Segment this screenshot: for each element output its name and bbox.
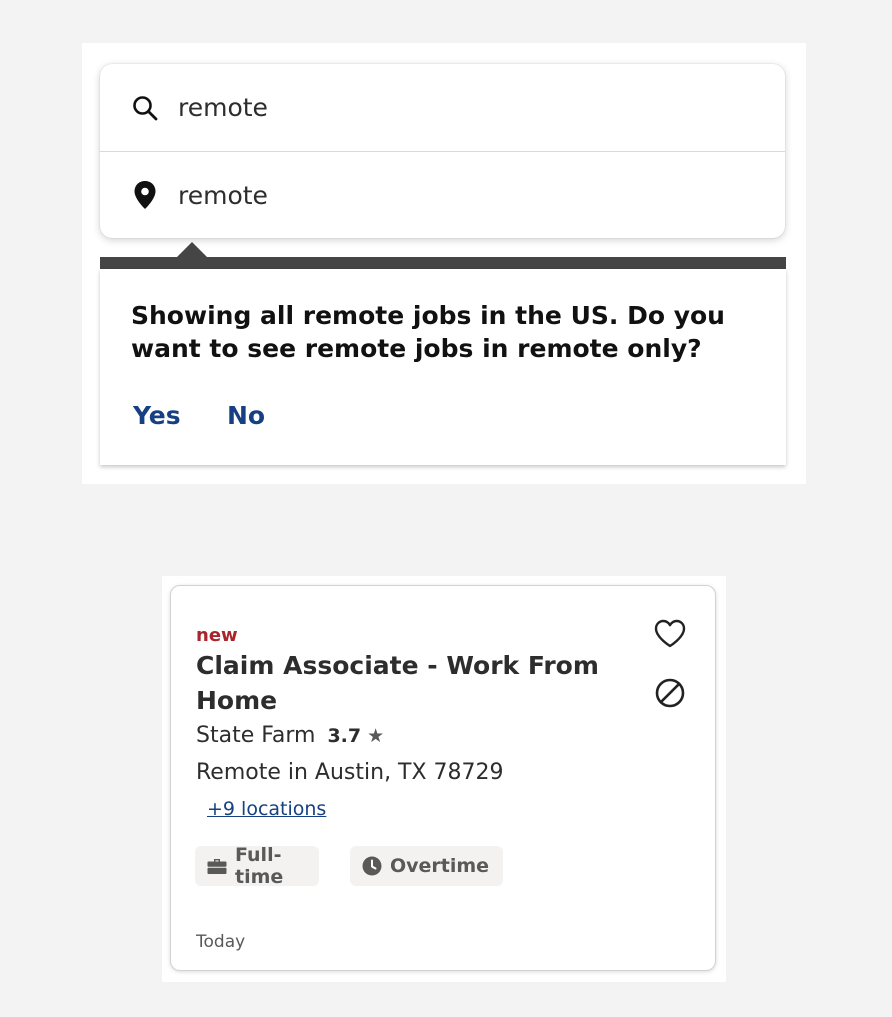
no-button[interactable]: No: [227, 401, 265, 430]
clock-icon: [362, 856, 382, 876]
star-icon: ★: [367, 724, 385, 747]
what-search-field[interactable]: remote: [100, 64, 785, 152]
company-name[interactable]: State Farm: [196, 723, 315, 748]
where-search-value[interactable]: remote: [178, 181, 268, 210]
tooltip-arrow: [176, 242, 208, 258]
shift-label: Overtime: [390, 855, 490, 877]
job-card[interactable]: new Claim Associate - Work From Home Sta…: [170, 585, 716, 971]
briefcase-icon: [207, 857, 227, 875]
tooltip-message: Showing all remote jobs in the US. Do yo…: [131, 301, 725, 363]
yes-button[interactable]: Yes: [133, 401, 181, 430]
heart-icon[interactable]: [653, 617, 687, 651]
posted-date: Today: [196, 932, 246, 952]
tooltip-top-bar: [100, 257, 786, 269]
search-box: remote remote: [100, 64, 785, 238]
job-type-tag: Full-time: [195, 844, 319, 888]
search-panel: remote remote Showing all remote jobs in…: [82, 43, 806, 484]
block-icon[interactable]: [653, 676, 687, 710]
company-line: State Farm 3.7 ★: [196, 723, 384, 748]
job-location: Remote in Austin, TX 78729: [196, 760, 504, 785]
remote-tooltip: Showing all remote jobs in the US. Do yo…: [100, 269, 786, 465]
job-card-panel: new Claim Associate - Work From Home Sta…: [162, 576, 726, 982]
new-badge: new: [196, 625, 238, 646]
shift-tag: Overtime: [350, 846, 503, 886]
company-rating: 3.7: [327, 724, 362, 747]
where-search-field[interactable]: remote: [100, 152, 785, 238]
job-title[interactable]: Claim Associate - Work From Home: [196, 648, 616, 718]
location-pin-icon: [131, 181, 159, 209]
job-type-label: Full-time: [235, 844, 284, 888]
what-search-value[interactable]: remote: [178, 93, 268, 122]
more-locations-link[interactable]: +9 locations: [207, 798, 326, 820]
search-icon: [131, 94, 159, 122]
